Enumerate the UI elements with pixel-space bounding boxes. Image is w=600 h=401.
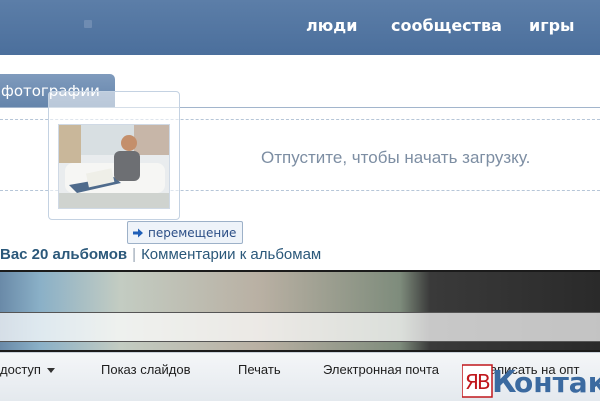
nav-link-games[interactable]: игры bbox=[529, 0, 575, 50]
svg-text:В: В bbox=[477, 370, 491, 394]
drag-tooltip-label: перемещение bbox=[148, 225, 237, 240]
dragged-photo-thumbnail bbox=[58, 124, 170, 209]
svg-text:онтак: онтак bbox=[514, 366, 600, 399]
albums-comments-link[interactable]: Комментарии к альбомам bbox=[141, 246, 321, 263]
chevron-down-icon bbox=[46, 368, 55, 374]
drag-tooltip: перемещение bbox=[127, 221, 244, 244]
toolbar-print-button[interactable]: Печать bbox=[238, 362, 281, 377]
yavkontakte-logo: Я В К онтак bbox=[462, 364, 600, 400]
nav-link-communities[interactable]: сообщества bbox=[391, 0, 502, 50]
top-header bbox=[0, 0, 600, 55]
albums-count-label: Вас 20 альбомов bbox=[0, 246, 128, 263]
toolbar-share-button[interactable]: доступ bbox=[0, 362, 55, 377]
toolbar-slideshow-button[interactable]: Показ слайдов bbox=[101, 362, 191, 377]
toolbar-email-button[interactable]: Электронная почта bbox=[323, 362, 439, 377]
albums-bar: Вас 20 альбомов | Комментарии к альбомам bbox=[0, 246, 321, 263]
separator: | bbox=[132, 246, 137, 263]
toolbar-share-label: доступ bbox=[0, 362, 41, 377]
header-ghost-mark bbox=[84, 20, 92, 28]
nav-link-people[interactable]: люди bbox=[306, 0, 357, 50]
drop-hint-text: Отпустите, чтобы начать загрузку. bbox=[261, 148, 531, 167]
strip-overlay bbox=[0, 312, 600, 342]
arrow-right-icon bbox=[133, 228, 143, 237]
